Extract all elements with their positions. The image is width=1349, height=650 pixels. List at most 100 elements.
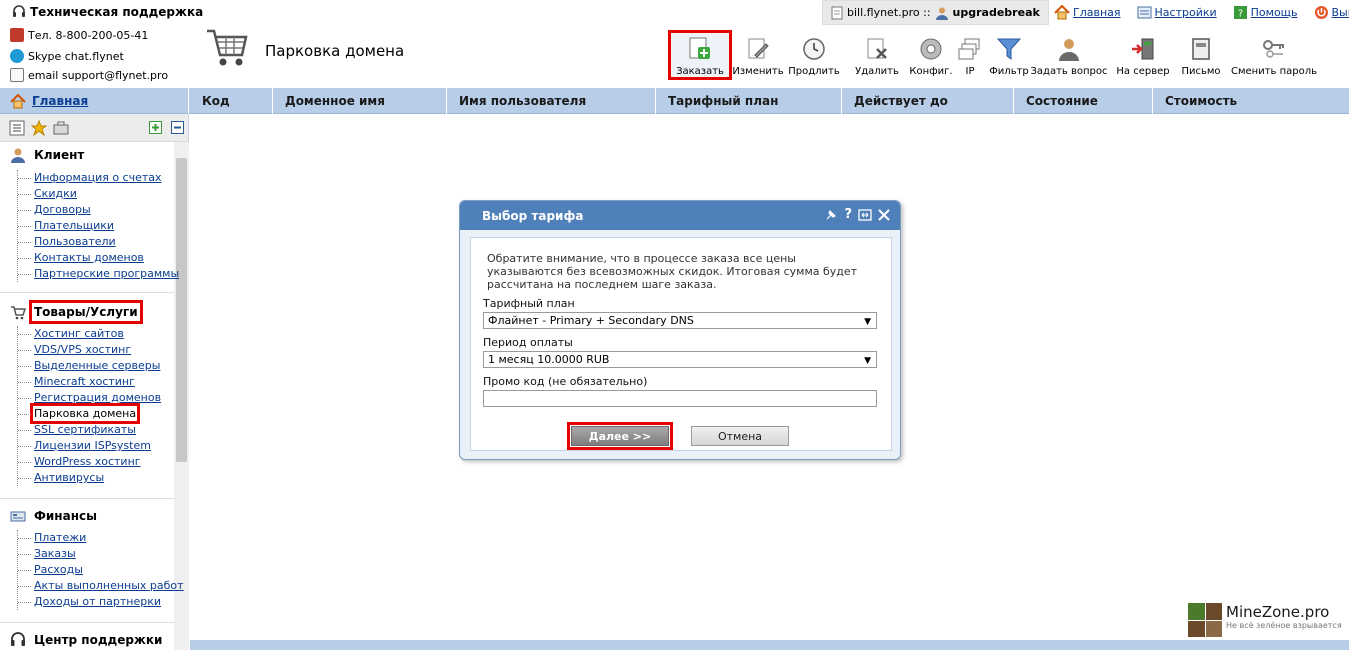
settings-icon (1137, 6, 1152, 19)
dropdown-arrow-icon: ▼ (864, 317, 871, 327)
column-header-code[interactable]: Код (190, 88, 273, 114)
email-contact: email support@flynet.pro (10, 68, 168, 82)
dialog-title-bar[interactable]: Выбор тарифа ? (460, 201, 900, 230)
section-support[interactable]: Центр поддержки (10, 632, 162, 648)
house-icon (10, 93, 26, 108)
breadcrumb-home[interactable]: Главная (0, 88, 189, 114)
footer-bar (190, 640, 1349, 650)
sidebar-item-minecraft-hosting[interactable]: Minecraft хостинг (18, 374, 167, 390)
filter-icon (996, 38, 1022, 60)
column-header-plan[interactable]: Тарифный план (656, 88, 842, 114)
finance-icon (10, 511, 26, 522)
pin-icon[interactable] (825, 208, 838, 221)
watermark-name: MineZone.pro (1226, 603, 1330, 621)
username[interactable]: upgradebreak (953, 6, 1040, 19)
logout-link[interactable]: Выйт (1314, 5, 1349, 20)
divider (0, 622, 174, 623)
letter-button[interactable]: Письмо (1178, 30, 1224, 80)
minezone-logo-icon (1188, 603, 1222, 637)
question-icon (1059, 39, 1079, 61)
sidebar-item-ssl-certificates[interactable]: SSL сертификаты (18, 422, 167, 438)
sidebar-item-wordpress-hosting[interactable]: WordPress хостинг (18, 454, 167, 470)
goods-menu: Хостинг сайтов VDS/VPS хостинг Выделенны… (17, 326, 167, 486)
divider (0, 498, 174, 499)
top-links: Главная Настройки ? Помощь Выйт (1054, 0, 1349, 25)
ask-question-button[interactable]: Задать вопрос (1030, 30, 1108, 80)
promo-input[interactable] (483, 390, 877, 407)
sidebar-item-partner-income[interactable]: Доходы от партнерки (18, 594, 167, 610)
renew-icon (803, 38, 825, 60)
list-icon[interactable] (9, 120, 25, 136)
star-icon[interactable] (31, 120, 47, 136)
edit-button[interactable]: Изменить (732, 30, 784, 80)
sidebar-item-payments[interactable]: Платежи (18, 530, 167, 546)
plan-label: Тарифный план (483, 297, 575, 310)
sidebar-item-expenses[interactable]: Расходы (18, 562, 167, 578)
sidebar-item-domain-registration[interactable]: Регистрация доменов (18, 390, 167, 406)
column-header-status[interactable]: Состояние (1014, 88, 1153, 114)
sidebar-item-payers[interactable]: Плательщики (18, 218, 167, 234)
order-icon (689, 37, 710, 59)
tariff-dialog: Выбор тарифа ? Обратите внимание, что в … (459, 200, 901, 460)
cancel-button[interactable]: Отмена (691, 426, 789, 446)
section-client[interactable]: Клиент (10, 147, 84, 163)
help-link[interactable]: ? Помощь (1233, 5, 1298, 20)
plan-select[interactable]: Флайнет - Primary + Secondary DNS ▼ (483, 312, 877, 329)
server-icon (1132, 38, 1154, 60)
sidebar-item-dedicated-servers[interactable]: Выделенные серверы (18, 358, 167, 374)
config-button[interactable]: Конфиг. (909, 30, 953, 80)
client-icon (11, 148, 25, 163)
home-link[interactable]: Главная (1054, 5, 1121, 20)
server-doc-icon (831, 6, 843, 19)
sidebar-scroll-thumb[interactable] (176, 158, 187, 462)
column-header-username[interactable]: Имя пользователя (447, 88, 656, 114)
expand-all-icon[interactable] (149, 121, 162, 134)
ip-button[interactable]: IP (952, 30, 988, 80)
client-menu: Информация о счетах Скидки Договоры Плат… (17, 170, 179, 282)
sidebar-item-invoices-info[interactable]: Информация о счетах (18, 170, 167, 186)
period-select[interactable]: 1 месяц 10.0000 RUB ▼ (483, 351, 877, 368)
sidebar-item-web-hosting[interactable]: Хостинг сайтов (18, 326, 167, 342)
sidebar-item-domain-contacts[interactable]: Контакты доменов (18, 250, 167, 266)
sidebar-item-discounts[interactable]: Скидки (18, 186, 167, 202)
column-header-domain[interactable]: Доменное имя (273, 88, 447, 114)
sidebar-item-domain-parking[interactable]: Парковка домена (18, 403, 167, 424)
settings-link[interactable]: Настройки (1137, 5, 1217, 20)
phone-icon (10, 28, 24, 42)
skype-icon (10, 49, 24, 63)
resize-icon[interactable] (858, 208, 872, 221)
phone-contact: Тел. 8-800-200-05-41 (10, 28, 148, 42)
svg-text:?: ? (1237, 9, 1242, 20)
sidebar-item-orders[interactable]: Заказы (18, 546, 167, 562)
sidebar-item-users[interactable]: Пользователи (18, 234, 167, 250)
headset-icon (13, 5, 25, 17)
sidebar-item-partner-programs[interactable]: Партнерские программы (18, 266, 179, 282)
watermark-tagline: Не всё зелёное взрывается (1226, 621, 1342, 630)
sidebar-item-vds-hosting[interactable]: VDS/VPS хостинг (18, 342, 167, 358)
sidebar-item-contracts[interactable]: Договоры (18, 202, 167, 218)
collapse-all-icon[interactable] (171, 121, 184, 134)
toolbar: Заказать Изменить Продлить Удалить Конфи… (668, 30, 1324, 80)
sidebar: Клиент Информация о счетах Скидки Догово… (0, 114, 189, 650)
divider (0, 292, 174, 293)
sidebar-item-acts[interactable]: Акты выполненных работ (18, 578, 184, 594)
section-goods[interactable]: Товары/Услуги (10, 300, 143, 324)
renew-button[interactable]: Продлить (784, 30, 844, 80)
column-header-cost[interactable]: Стоимость (1153, 88, 1349, 114)
change-password-button[interactable]: Сменить пароль (1224, 30, 1324, 80)
close-icon[interactable] (878, 208, 890, 221)
skype-contact: Skype chat.flynet (10, 49, 124, 63)
delete-button[interactable]: Удалить (844, 30, 910, 80)
sidebar-item-antivirus[interactable]: Антивирусы (18, 470, 167, 486)
section-finance[interactable]: Финансы (10, 508, 97, 524)
to-server-button[interactable]: На сервер (1108, 30, 1178, 80)
ip-icon (958, 38, 980, 60)
column-header-valid-until[interactable]: Действует до (842, 88, 1014, 114)
sidebar-item-isp-licenses[interactable]: Лицензии ISPsystem (18, 438, 167, 454)
help-question-icon[interactable]: ? (844, 207, 852, 222)
filter-button[interactable]: Фильтр (988, 30, 1030, 80)
user-icon (935, 7, 948, 20)
order-button[interactable]: Заказать (668, 30, 732, 80)
briefcase-icon[interactable] (53, 120, 69, 136)
next-button[interactable]: Далее >> (567, 422, 673, 450)
